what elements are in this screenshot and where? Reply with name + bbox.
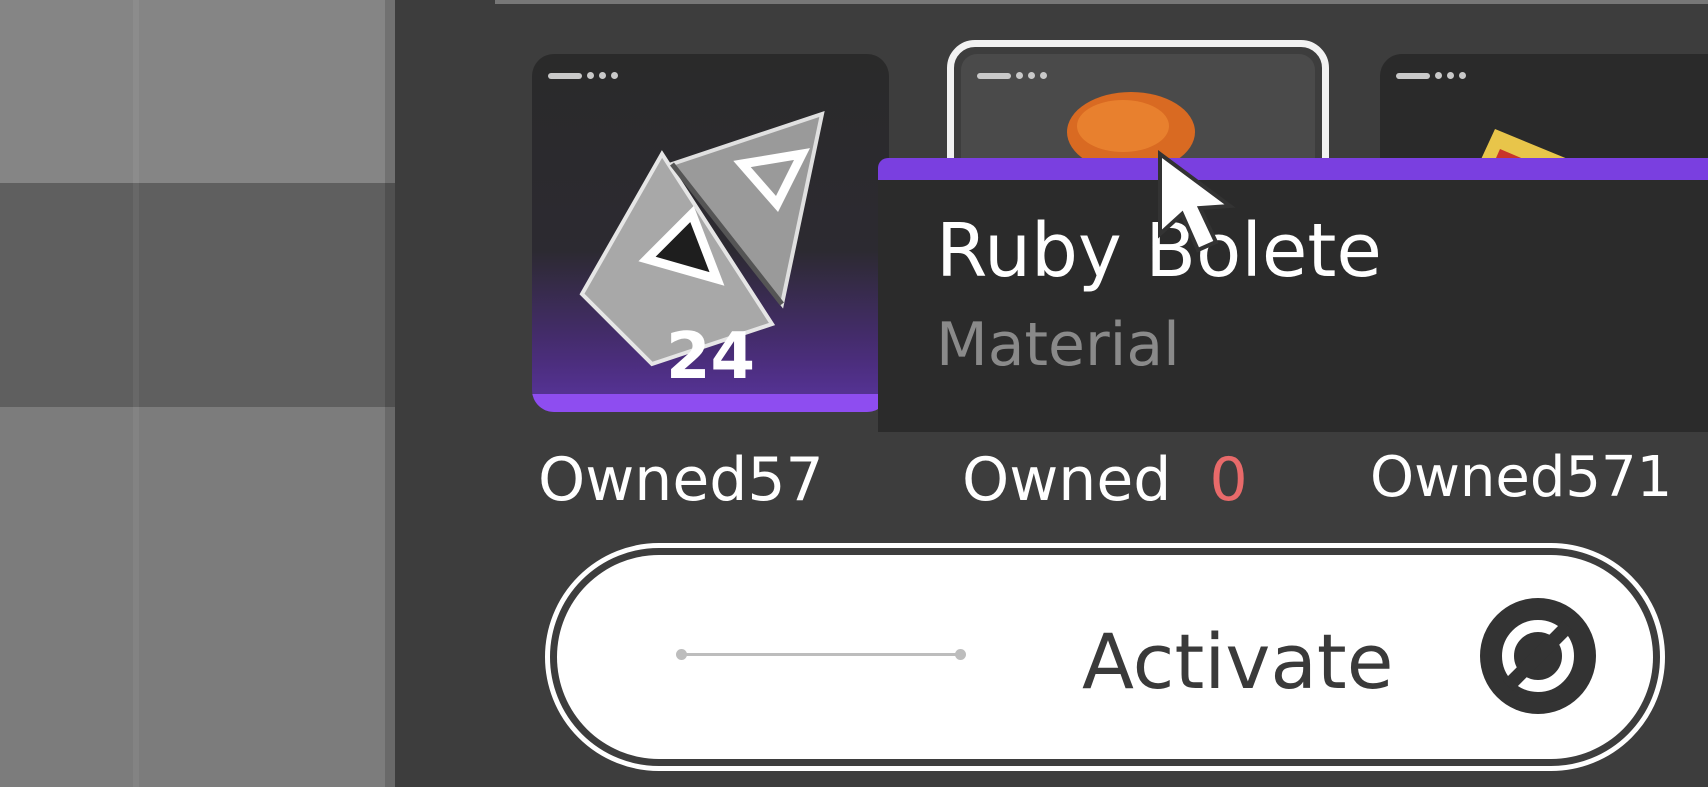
owned-count-2: Owned 0 [962,445,1248,515]
panel-divider [495,0,1708,4]
rarity-bar [532,394,889,412]
stack-count: 24 [665,320,756,394]
owned-count-3: Owned571 [1370,445,1673,510]
owned-count-1: Owned57 [538,445,824,515]
tooltip-item-type: Material [936,310,1180,380]
background-scene [0,0,395,787]
activate-label: Activate [1082,617,1394,706]
hold-progress-line [676,649,966,660]
refresh-circle-icon [1480,598,1596,714]
mouse-cursor-icon [1158,150,1236,253]
item-tooltip: Ruby Bolete Material [878,158,1708,432]
item-slot-1[interactable]: 24 [532,54,889,412]
activate-button[interactable]: Activate [557,555,1653,759]
